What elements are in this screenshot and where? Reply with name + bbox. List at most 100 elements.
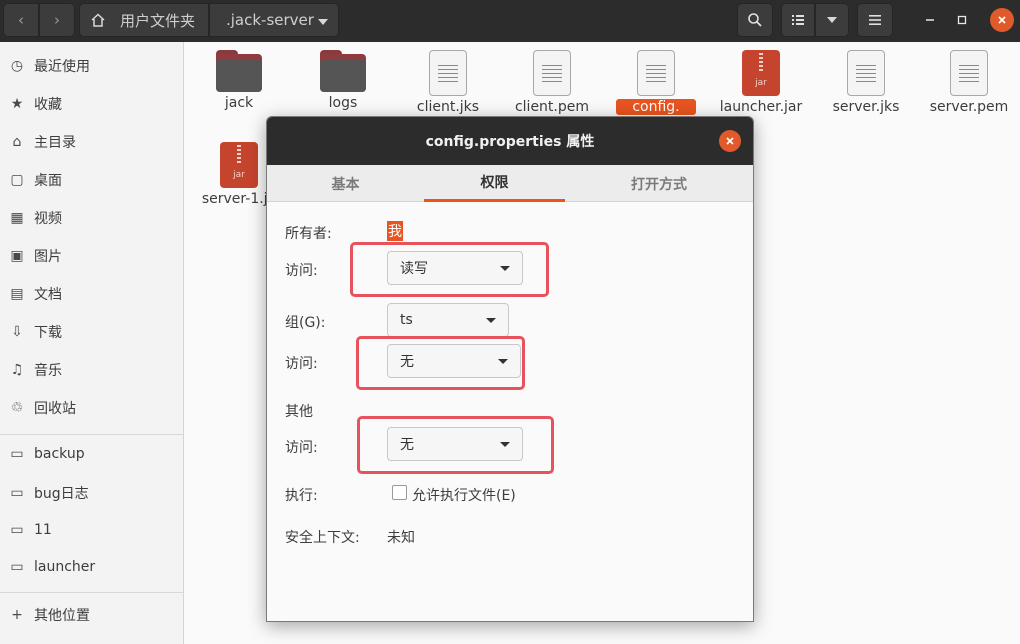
folder-icon: ▭ [10,559,24,575]
minimize-icon [926,19,934,21]
sidebar-item-label: 视频 [34,211,62,227]
sidebar-bookmark-bug-log[interactable]: ▭ bug日志 [0,476,183,510]
sidebar-item-label: 11 [34,522,52,538]
execute-label: 执行: [285,488,318,504]
breadcrumb-home-label: 用户文件夹 [120,11,196,30]
search-icon [748,13,762,27]
sidebar-divider [0,434,183,435]
owner-access-dropdown[interactable]: 读写 [387,251,523,285]
file-item-server-jks[interactable]: server.jks [816,44,916,115]
owner-value: 我 [387,221,403,241]
file-item-launcher-jar[interactable]: jar launcher.jar [711,44,811,115]
sidebar-item-label: 主目录 [34,135,76,151]
dialog-close-button[interactable] [719,130,741,152]
tab-basic[interactable]: 基本 [267,165,424,202]
dialog-titlebar: config.properties 属性 [267,117,753,165]
folder-icon: ▭ [10,446,24,462]
search-button[interactable] [737,3,773,37]
close-icon [998,16,1006,24]
execute-checkbox[interactable] [392,485,407,500]
sidebar-item-trash[interactable]: ♲ 回收站 [0,391,183,425]
sidebar-item-other-locations[interactable]: + 其他位置 [0,598,183,632]
file-item-client-jks[interactable]: client.jks [398,44,498,115]
sidebar-bookmark-11[interactable]: ▭ 11 [0,513,183,547]
sidebar-item-home[interactable]: ⌂ 主目录 [0,125,183,159]
folder-icon: ▭ [10,485,24,501]
forward-button[interactable]: › [39,3,75,37]
breadcrumb-home[interactable]: 用户文件夹 [79,3,209,37]
picture-icon: ▣ [10,248,24,264]
tab-open-with[interactable]: 打开方式 [565,165,753,202]
file-item-logs[interactable]: logs [293,44,393,111]
sidebar-divider [0,592,183,593]
trash-icon: ♲ [10,400,24,416]
document-icon: ▤ [10,286,24,302]
dialog-tabs: 基本 权限 打开方式 [267,165,753,202]
sidebar-item-label: 最近使用 [34,59,90,75]
maximize-button[interactable] [950,8,974,32]
chevron-down-icon [486,318,496,323]
file-item-server-pem[interactable]: server.pem [919,44,1019,115]
window-close-button[interactable] [990,8,1014,32]
sidebar-bookmark-launcher[interactable]: ▭ launcher [0,550,183,584]
file-name: server.jks [832,99,900,115]
group-access-label: 访问: [285,356,318,372]
menu-button[interactable] [857,3,893,37]
tab-permissions[interactable]: 权限 [424,165,565,202]
group-dropdown[interactable]: ts [387,303,509,337]
file-item-config[interactable]: config. [606,44,706,115]
sidebar-bookmark-backup[interactable]: ▭ backup [0,437,183,471]
others-access-label: 访问: [285,440,318,456]
folder-icon [320,50,366,92]
sidebar-item-documents[interactable]: ▤ 文档 [0,277,183,311]
sidebar-item-videos[interactable]: ▦ 视频 [0,201,183,235]
text-file-icon [429,50,467,96]
chevron-down-icon [500,266,510,271]
file-name: client.jks [416,99,480,115]
breadcrumb-current[interactable]: .jack-server [209,3,339,37]
recent-icon: ◷ [10,58,24,74]
sidebar-item-pictures[interactable]: ▣ 图片 [0,239,183,273]
properties-dialog: config.properties 属性 基本 权限 打开方式 所有者: 我 访… [266,116,754,622]
group-access-dropdown[interactable]: 无 [387,344,521,378]
jar-archive-icon: jar [220,142,258,188]
sidebar-item-recent[interactable]: ◷ 最近使用 [0,49,183,83]
text-file-icon [637,50,675,96]
jar-label: jar [755,78,767,88]
plus-icon: + [11,607,23,623]
close-icon [726,137,734,145]
file-name: launcher.jar [719,99,803,115]
sidebar-item-downloads[interactable]: ⇩ 下载 [0,315,183,349]
file-item-jack[interactable]: jack [189,44,289,111]
list-view-icon [792,15,804,25]
view-list-button[interactable] [781,3,815,37]
file-name: server-1.ja [201,191,277,207]
download-icon: ⇩ [11,324,23,340]
back-button[interactable]: ‹ [3,3,39,37]
sidebar-item-label: backup [34,446,85,462]
dialog-title: config.properties 属性 [425,134,595,150]
chevron-down-icon [827,17,837,23]
folder-icon [216,50,262,92]
others-label: 其他 [285,404,313,420]
file-item-client-pem[interactable]: client.pem [502,44,602,115]
maximize-icon [957,15,967,25]
group-label: 组(G): [285,315,326,331]
sidebar-item-starred[interactable]: ★ 收藏 [0,87,183,121]
view-options-button[interactable] [815,3,849,37]
sidebar: ◷ 最近使用 ★ 收藏 ⌂ 主目录 ▢ 桌面 ▦ 视频 ▣ 图片 ▤ 文档 ⇩ 下载 ♫ 音乐 ♲… [0,42,184,644]
execute-checkbox-label[interactable]: 允许执行文件(E) [412,485,516,505]
others-access-dropdown[interactable]: 无 [387,427,523,461]
chevron-down-icon [498,359,508,364]
sidebar-item-desktop[interactable]: ▢ 桌面 [0,163,183,197]
sidebar-item-label: 图片 [34,249,62,265]
minimize-button[interactable] [918,8,942,32]
home-icon [91,13,105,27]
sidebar-item-label: bug日志 [34,486,89,502]
sidebar-item-music[interactable]: ♫ 音乐 [0,353,183,387]
others-access-value: 无 [400,437,414,453]
folder-icon: ▭ [10,522,24,538]
group-value: ts [400,312,413,328]
chevron-right-icon: › [54,11,60,29]
hamburger-menu-icon [869,15,881,25]
